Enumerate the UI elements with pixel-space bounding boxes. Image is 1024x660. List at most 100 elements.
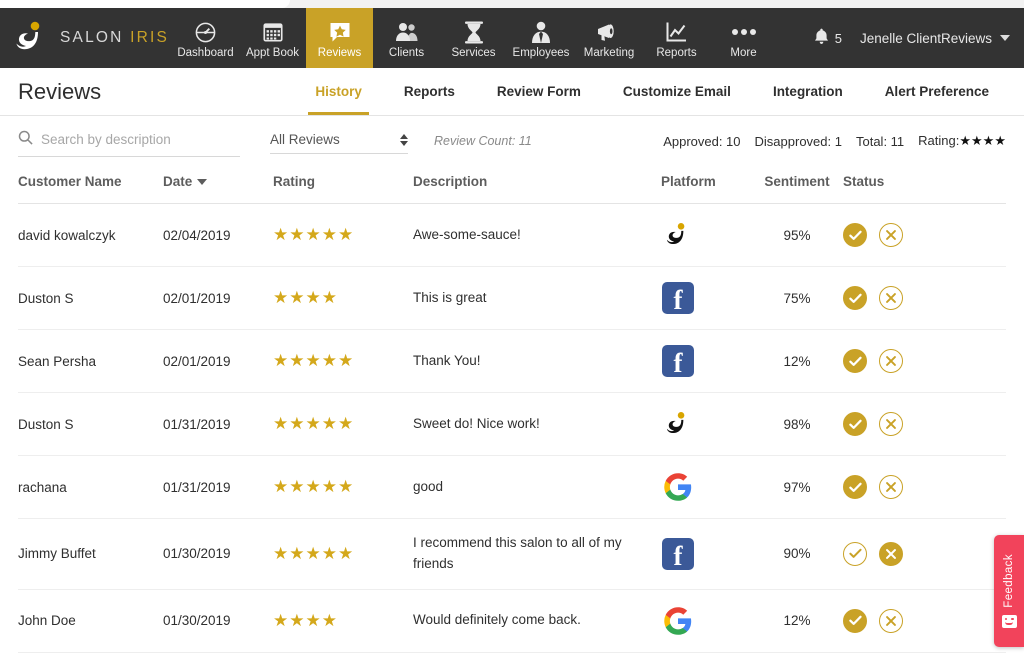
nav-item-marketing[interactable]: Marketing (575, 8, 643, 68)
disapprove-button[interactable] (879, 541, 903, 566)
cell-description: Sweet do! Nice work! (413, 392, 661, 456)
cell-sentiment: 98% (751, 392, 843, 456)
nav-item-services[interactable]: Services (440, 8, 507, 68)
column-header-description[interactable]: Description (413, 166, 661, 204)
cell-platform: f (661, 518, 751, 590)
review-filter-select[interactable]: All Reviews (270, 132, 408, 154)
salon-iris-s-logo-icon (14, 18, 48, 58)
cell-rating: ★★★★★ (273, 455, 413, 519)
google-icon (661, 470, 695, 504)
description-text: Thank You! (413, 352, 481, 368)
cell-date: 01/31/2019 (163, 455, 273, 519)
smiley-face-icon (1001, 614, 1017, 628)
disapprove-button[interactable] (879, 608, 903, 633)
table-row[interactable]: John Doe 01/30/2019 ★★★★ Would definitely c… (18, 589, 1006, 653)
nav-label: Dashboard (177, 47, 234, 59)
column-header-platform[interactable]: Platform (661, 166, 751, 204)
column-header-status[interactable]: Status (843, 166, 1006, 204)
approve-button[interactable] (843, 541, 867, 566)
facebook-icon: f (661, 344, 695, 378)
table-row[interactable]: david kowalczyk 02/04/2019 ★★★★★ Awe-some-s… (18, 203, 1006, 267)
search-input[interactable] (41, 132, 240, 147)
user-menu[interactable]: Jenelle ClientReviews (860, 31, 1010, 46)
tab-label: History (315, 84, 362, 99)
cell-platform: f (661, 329, 751, 393)
tab-alert-preference[interactable]: Alert Preference (864, 68, 1010, 115)
column-header-date[interactable]: Date (163, 166, 273, 204)
disapprove-button[interactable] (879, 412, 903, 436)
brand-logo-area[interactable]: SALON IRIS (0, 8, 172, 68)
stepper-arrows-icon (400, 133, 408, 146)
table-row[interactable]: Jimmy Buffet 01/30/2019 ★★★★★ I recommend t… (18, 518, 1006, 590)
column-header-date-label: Date (163, 174, 193, 189)
column-header-sentiment[interactable]: Sentiment (751, 166, 843, 204)
description-text: Would definitely come back. (413, 612, 581, 628)
feedback-tab[interactable]: Feedback (994, 535, 1024, 647)
nav-label: Marketing (583, 47, 635, 59)
approve-button[interactable] (843, 286, 867, 310)
column-header-customer-name[interactable]: Customer Name (18, 166, 163, 204)
table-row[interactable]: Duston S 01/31/2019 ★★★★★ Sweet do! Nice wo… (18, 392, 1006, 456)
cell-date: 01/31/2019 (163, 392, 273, 456)
main-navigation-bar: SALON IRIS Dashboard Appt Book Reviews C… (0, 8, 1024, 68)
nav-item-reviews[interactable]: Reviews (306, 8, 373, 68)
description-text: Awe-some-sauce! (413, 226, 521, 242)
disapprove-button[interactable] (879, 286, 903, 310)
table-row[interactable]: Sean Persha 02/01/2019 ★★★★★ Thank You! f 12% (18, 329, 1006, 393)
reviews-table: Customer Name Date Rating Description Pl… (18, 166, 1006, 660)
nav-item-employees[interactable]: Employees (507, 8, 575, 68)
table-body: david kowalczyk 02/04/2019 ★★★★★ Awe-some-s… (18, 203, 1006, 660)
tab-history[interactable]: History (294, 68, 383, 115)
column-header-rating[interactable]: Rating (273, 166, 413, 204)
notifications-button[interactable]: 5 (814, 28, 842, 48)
cell-status (843, 266, 1006, 330)
nav-item-more[interactable]: More (710, 8, 777, 68)
nav-label: Services (451, 47, 496, 59)
tab-label: Reports (403, 84, 455, 99)
approve-button[interactable] (843, 412, 867, 436)
nav-item-clients[interactable]: Clients (373, 8, 440, 68)
approve-button[interactable] (843, 475, 867, 499)
cell-status (843, 652, 1006, 660)
filter-bar: All Reviews Review Count: 11 Approved: 1… (0, 116, 1024, 166)
tab-label: Alert Preference (884, 84, 989, 99)
feedback-label: Feedback (1003, 554, 1015, 608)
tab-reports[interactable]: Reports (383, 68, 476, 115)
cell-description: I recommend this salon to all of my frie… (413, 518, 661, 590)
star-rating-icon: ★★★★★ (273, 225, 355, 244)
star-rating-icon: ★★★★★ (273, 543, 355, 563)
table-row[interactable]: rachana 01/31/2019 ★★★★★ good 97% (18, 455, 1006, 519)
cell-customer-name: Sean Persha (18, 329, 163, 393)
cell-date: 02/01/2019 (163, 266, 273, 330)
approve-button[interactable] (843, 349, 867, 373)
cell-description: Would definitely come back. (413, 589, 661, 653)
cell-status (843, 589, 1006, 653)
cell-sentiment: 95% (751, 203, 843, 267)
star-rating-icon: ★★★★ (273, 610, 338, 630)
reviews-page: SALON IRIS Dashboard Appt Book Reviews C… (0, 0, 1024, 660)
table-row[interactable]: Jessica Kraft01/30/2019★★★★I love my hai… (18, 652, 1006, 660)
disapprove-button[interactable] (879, 223, 903, 247)
approve-button[interactable] (843, 223, 867, 247)
disapprove-button[interactable] (879, 475, 903, 499)
disapprove-button[interactable] (879, 349, 903, 373)
nav-item-reports[interactable]: Reports (643, 8, 710, 68)
cell-platform (661, 392, 751, 456)
cell-customer-name: Duston S (18, 392, 163, 456)
tab-customize-email[interactable]: Customize Email (602, 68, 752, 115)
sub-header: Reviews History Reports Review Form Cust… (0, 68, 1024, 116)
cell-description: I love my hair color! (413, 652, 661, 660)
calendar-icon (262, 20, 284, 44)
search-field-wrapper (18, 130, 240, 157)
cell-rating: ★★★★★ (273, 518, 413, 590)
cell-rating: ★★★★★ (273, 329, 413, 393)
approve-button[interactable] (843, 608, 867, 633)
tab-review-form[interactable]: Review Form (476, 68, 602, 115)
nav-item-dashboard[interactable]: Dashboard (172, 8, 239, 68)
table-row[interactable]: Duston S 02/01/2019 ★★★★ This is great f 75% (18, 266, 1006, 330)
review-count-label: Review Count: 11 (434, 134, 532, 148)
tab-integration[interactable]: Integration (752, 68, 864, 115)
nav-label: Employees (512, 47, 570, 59)
nav-item-appt-book[interactable]: Appt Book (239, 8, 306, 68)
cell-date: 01/30/2019 (163, 589, 273, 653)
